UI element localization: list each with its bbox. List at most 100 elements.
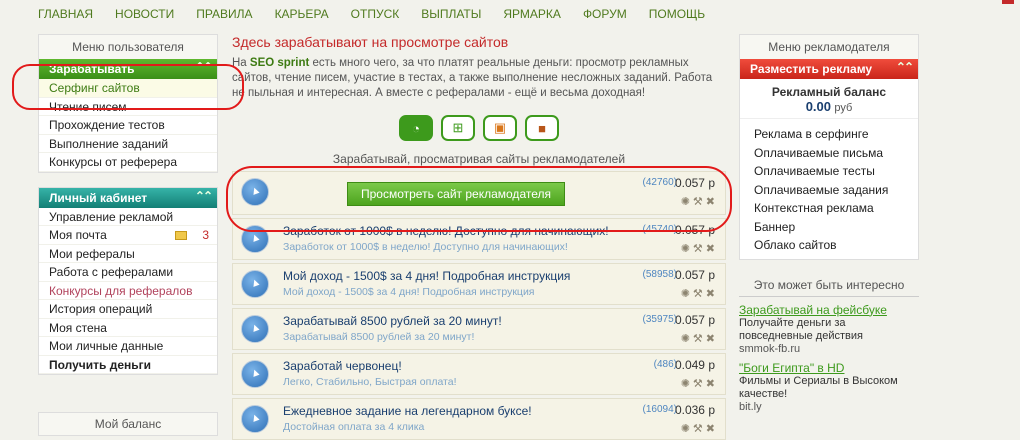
hammer-icon[interactable]: ⚒	[693, 332, 703, 345]
ad-row[interactable]: Ежедневное задание на легендарном буксе!…	[232, 398, 726, 440]
settings-icon[interactable]: ✺	[681, 422, 690, 435]
ad-row[interactable]: Зарабатывай 8500 рублей за 20 минут! Зар…	[232, 308, 726, 350]
close-icon[interactable]: ✖	[706, 422, 715, 435]
nav-rules[interactable]: ПРАВИЛА	[196, 7, 252, 21]
surf-mode-button[interactable]: ◔	[399, 115, 433, 141]
ad-row-featured[interactable]: Просмотреть сайт рекламодателя (42760) 0…	[232, 171, 726, 215]
clipboard-button[interactable]: ▣	[483, 115, 517, 141]
ad-title[interactable]: Зарабатывай 8500 рублей за 20 минут!	[283, 314, 502, 328]
ad-title[interactable]: Заработок от 1000$ в неделю! Доступно дл…	[283, 224, 609, 238]
cursor-icon	[241, 405, 269, 433]
cursor-icon	[241, 270, 269, 298]
hammer-icon[interactable]: ⚒	[693, 287, 703, 300]
menu-item-ad-manage[interactable]: Управление рекламой	[39, 208, 217, 226]
settings-icon[interactable]: ✺	[681, 287, 690, 300]
briefcase-button[interactable]: ■	[525, 115, 559, 141]
cabinet-bar[interactable]: Личный кабинет ⌃⌃	[39, 187, 217, 208]
adv-item-tests[interactable]: Оплачиваемые тесты	[740, 162, 918, 181]
adv-item-context[interactable]: Контекстная реклама	[740, 199, 918, 218]
collapse-icon[interactable]: ⌃⌃	[896, 60, 914, 74]
close-icon[interactable]: ✖	[706, 332, 715, 345]
menu-item-referrals[interactable]: Мои рефералы	[39, 245, 217, 263]
menu-item-tasks[interactable]: Выполнение заданий	[39, 135, 217, 153]
menu-item-referrer-contests[interactable]: Конкурсы от реферера	[39, 153, 217, 172]
add-window-icon: ⊞	[452, 120, 464, 135]
close-icon[interactable]: ✖	[706, 242, 715, 255]
close-icon[interactable]: ✖	[706, 195, 715, 208]
hammer-icon[interactable]: ⚒	[693, 195, 703, 208]
earn-bar[interactable]: Зарабатывать ⌃⌃	[39, 59, 217, 79]
briefcase-icon: ■	[538, 120, 546, 136]
menu-item-get-money[interactable]: Получить деньги	[39, 356, 217, 374]
left-sidebar: Меню пользователя Зарабатывать ⌃⌃ Серфин…	[38, 34, 218, 389]
promo-link[interactable]: bit.ly	[739, 401, 919, 413]
menu-item-wall[interactable]: Моя стена	[39, 319, 217, 337]
promo-item: Зарабатывай на фейсбуке Получайте деньги…	[739, 297, 919, 355]
nav-career[interactable]: КАРЬЕРА	[275, 7, 329, 21]
ad-row[interactable]: Мой доход - 1500$ за 4 дня! Подробная ин…	[232, 263, 726, 305]
ad-desc: Мой доход - 1500$ за 4 дня! Подробная ин…	[283, 286, 535, 298]
promo-desc: Получайте деньги за повседневные действи…	[739, 316, 863, 342]
close-icon[interactable]: ✖	[706, 287, 715, 300]
adv-item-banner[interactable]: Баннер	[740, 218, 918, 237]
corner-mark	[1002, 0, 1014, 4]
main-content: Здесь зарабатывают на просмотре сайтов Н…	[232, 34, 726, 440]
promo-title[interactable]: Зарабатывай на фейсбуке	[739, 303, 919, 317]
menu-item-history[interactable]: История операций	[39, 300, 217, 319]
nav-payouts[interactable]: ВЫПЛАТЫ	[421, 7, 481, 21]
cabinet-bar-label: Личный кабинет	[49, 190, 148, 205]
menu-item-letters[interactable]: Чтение писем	[39, 98, 217, 116]
hammer-icon[interactable]: ⚒	[693, 422, 703, 435]
nav-vacation[interactable]: ОТПУСК	[351, 7, 400, 21]
hammer-icon[interactable]: ⚒	[693, 242, 703, 255]
ad-row[interactable]: Заработок от 1000$ в неделю! Доступно дл…	[232, 218, 726, 260]
nav-forum[interactable]: ФОРУМ	[583, 7, 627, 21]
mail-count: 3	[202, 228, 209, 242]
ad-balance-value: 0.00	[805, 99, 832, 114]
ad-price: 0.057 р	[674, 223, 715, 237]
menu-item-referral-contests[interactable]: Конкурсы для рефералов	[39, 282, 217, 300]
view-count: (45740)	[642, 224, 677, 235]
promo-desc: Фильмы и Сериалы в Высоком качестве!	[739, 374, 898, 400]
place-ad-bar[interactable]: Разместить рекламу ⌃⌃	[740, 59, 918, 79]
earn-bar-label: Зарабатывать	[49, 62, 135, 76]
menu-item-personal-data[interactable]: Мои личные данные	[39, 337, 217, 356]
promo-title[interactable]: "Боги Египта" в HD	[739, 361, 919, 375]
cursor-icon	[241, 225, 269, 253]
ad-row[interactable]: Заработай червонец! Легко, Стабильно, Бы…	[232, 353, 726, 395]
menu-item-surfing[interactable]: Серфинг сайтов	[39, 79, 217, 98]
menu-item-mail[interactable]: Моя почта 3	[39, 226, 217, 245]
settings-icon[interactable]: ✺	[681, 195, 690, 208]
add-site-button[interactable]: ⊞	[441, 115, 475, 141]
promo-link[interactable]: smmok-fb.ru	[739, 343, 919, 355]
view-advertiser-site-button[interactable]: Просмотреть сайт рекламодателя	[347, 182, 565, 206]
close-icon[interactable]: ✖	[706, 377, 715, 390]
nav-fair[interactable]: ЯРМАРКА	[503, 7, 561, 21]
adv-item-letters[interactable]: Оплачиваемые письма	[740, 144, 918, 163]
ad-tools: ✺ ⚒ ✖	[681, 332, 715, 345]
ad-desc: Заработок от 1000$ в неделю! Доступно дл…	[283, 241, 568, 253]
ad-title[interactable]: Мой доход - 1500$ за 4 дня! Подробная ин…	[283, 269, 570, 283]
intro-text: На SEO sprint есть много чего, за что пл…	[232, 56, 726, 101]
adv-item-cloud[interactable]: Облако сайтов	[740, 236, 918, 255]
menu-item-referral-work[interactable]: Работа с рефералами	[39, 263, 217, 282]
adv-item-surfing[interactable]: Реклама в серфинге	[740, 125, 918, 144]
settings-icon[interactable]: ✺	[681, 377, 690, 390]
adv-item-tasks[interactable]: Оплачиваемые задания	[740, 181, 918, 200]
collapse-icon[interactable]: ⌃⌃	[195, 60, 213, 74]
interest-block: Это может быть интересно Зарабатывай на …	[739, 273, 919, 413]
promo-item: "Боги Египта" в HD Фильмы и Сериалы в Вы…	[739, 355, 919, 413]
nav-news[interactable]: НОВОСТИ	[115, 7, 174, 21]
settings-icon[interactable]: ✺	[681, 332, 690, 345]
ad-title[interactable]: Ежедневное задание на легендарном буксе!	[283, 404, 532, 418]
ad-title[interactable]: Заработай червонец!	[283, 359, 402, 373]
settings-icon[interactable]: ✺	[681, 242, 690, 255]
hammer-icon[interactable]: ⚒	[693, 377, 703, 390]
nav-home[interactable]: ГЛАВНАЯ	[38, 7, 93, 21]
menu-item-tests[interactable]: Прохождение тестов	[39, 116, 217, 135]
ad-tools: ✺ ⚒ ✖	[681, 377, 715, 390]
nav-help[interactable]: ПОМОЩЬ	[649, 7, 705, 21]
user-menu: Меню пользователя Зарабатывать ⌃⌃ Серфин…	[38, 34, 218, 173]
ad-tools: ✺ ⚒ ✖	[681, 422, 715, 435]
collapse-icon[interactable]: ⌃⌃	[195, 189, 213, 203]
